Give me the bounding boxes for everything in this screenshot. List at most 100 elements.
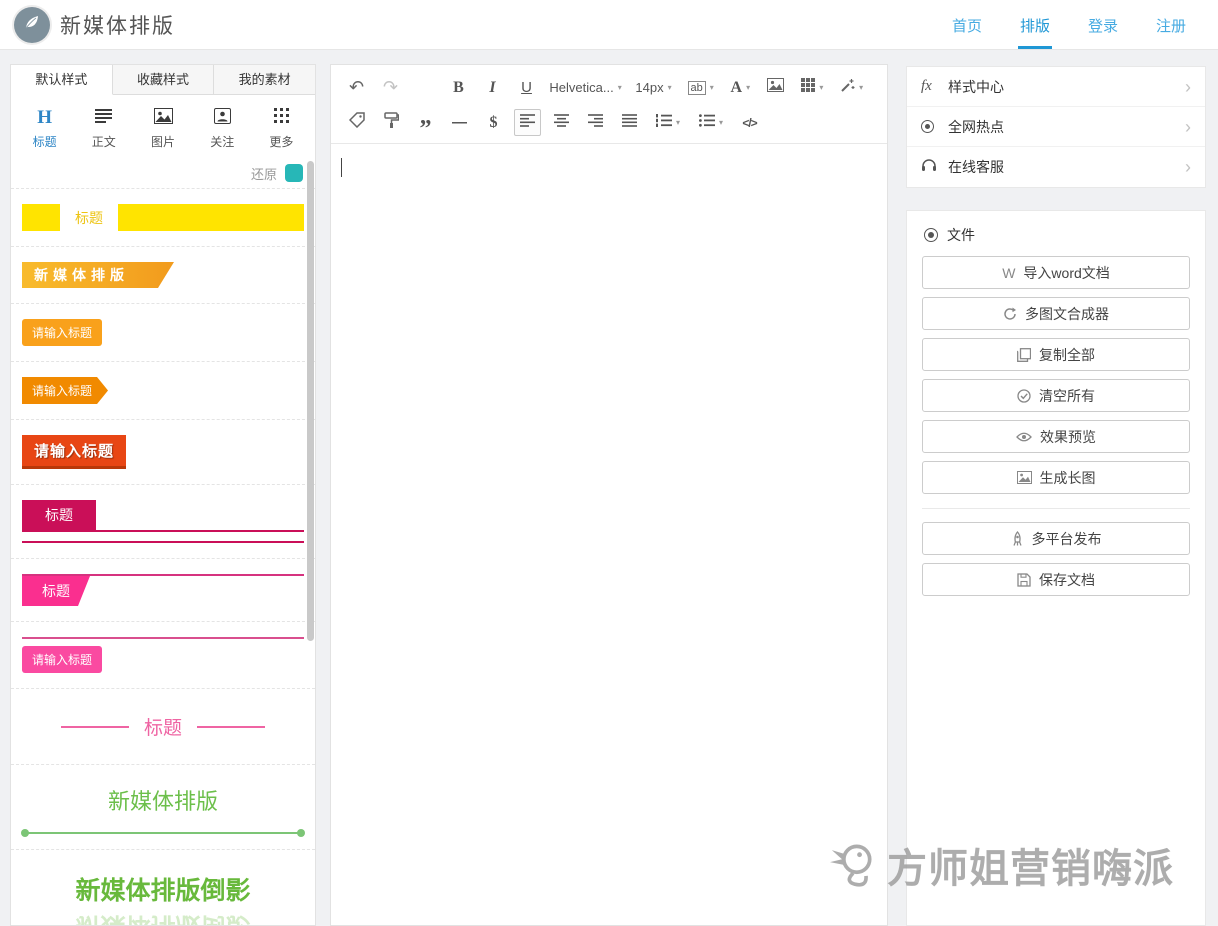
nav-home[interactable]: 首页 [950,0,984,49]
template-text: 标题 [22,576,90,606]
align-justify-button[interactable] [616,109,643,136]
template-center-dashes[interactable]: 标题 [11,689,315,765]
italic-button[interactable]: I [479,74,506,101]
toolbar-row-2: ” — $ [343,105,875,140]
restore-row: 还原 [11,158,315,188]
template-orange-pennant[interactable]: 请输入标题 [11,362,315,420]
format-painter-button[interactable] [378,109,405,136]
hotspot-icon [921,120,934,133]
chevron-down-icon: ▾ [710,83,714,92]
template-pink-button[interactable]: 请输入标题 [11,622,315,689]
category-image[interactable]: 图片 [133,107,192,150]
table-grid-icon [801,78,815,97]
bullet-list-button[interactable]: ▾ [693,109,729,136]
style-center-label: 样式中心 [948,77,1004,97]
tab-default-styles[interactable]: 默认样式 [11,65,113,95]
import-word-button[interactable]: W 导入word文档 [922,256,1190,289]
decor-line [22,637,304,639]
insert-image-button[interactable] [762,74,789,101]
save-document-button[interactable]: 保存文档 [922,563,1190,596]
font-family-select[interactable]: Helvetica... ▾ [547,74,624,101]
multi-platform-publish-button[interactable]: 多平台发布 [922,522,1190,555]
preview-button[interactable]: 效果预览 [922,420,1190,453]
sidebar-scrollbar[interactable] [307,161,314,641]
sync-icon [1003,307,1017,321]
blockquote-button[interactable]: ” [412,109,439,136]
tab-favorite-styles[interactable]: 收藏样式 [113,65,215,95]
font-size-select[interactable]: 14px ▾ [631,74,676,101]
category-title[interactable]: H 标题 [15,107,74,150]
clear-all-button[interactable]: 清空所有 [922,379,1190,412]
template-crimson-tab[interactable]: 标题 [11,485,315,559]
reflection-text: 新媒体排版倒影 [22,910,304,926]
copy-all-button[interactable]: 复制全部 [922,338,1190,371]
paragraph-icon [95,108,112,129]
code-view-button[interactable]: </> [736,109,763,136]
template-text: 新媒体排版 [22,784,304,816]
nav-login[interactable]: 登录 [1086,0,1120,49]
tab-my-materials[interactable]: 我的素材 [214,65,315,95]
template-gold-ribbon[interactable]: 新媒体排版 [11,247,315,304]
highlight-color-button[interactable]: ab ▾ [683,74,719,101]
multi-article-composer-button[interactable]: 多图文合成器 [922,297,1190,330]
yellow-block [118,204,304,231]
text-cursor [341,158,342,177]
paint-roller-icon [384,112,399,133]
font-color-button[interactable]: A ▾ [725,74,755,101]
word-icon: W [1002,265,1015,281]
generate-long-image-button[interactable]: 生成长图 [922,461,1190,494]
clear-format-button[interactable] [343,109,371,136]
restore-color-toggle[interactable] [285,164,303,182]
customer-service-label: 在线客服 [948,157,1004,177]
template-green-underline[interactable]: 新媒体排版 [11,765,315,850]
insert-table-button[interactable]: ▾ [796,74,828,101]
ordered-list-button[interactable]: ▾ [650,109,686,136]
magic-format-button[interactable]: ▾ [835,74,868,101]
template-green-reflection[interactable]: 新媒体排版倒影 新媒体排版倒影 [11,850,315,926]
underline-button[interactable]: U [513,74,540,101]
file-section-header: 文件 [907,211,1205,256]
formula-button[interactable]: $ [480,109,507,136]
save-document-label: 保存文档 [1039,570,1095,590]
undo-button[interactable]: ↶ [343,74,370,101]
template-text: 标题 [22,500,96,530]
bold-button[interactable]: B [445,74,472,101]
chevron-down-icon: ▾ [668,83,672,92]
more-grid-icon [274,108,289,128]
horizontal-rule-button[interactable]: — [446,109,473,136]
template-pink-parallelogram[interactable]: 标题 [11,559,315,622]
tag-icon [349,112,365,133]
category-follow[interactable]: 关注 [193,107,252,150]
category-follow-label: 关注 [193,133,252,150]
chevron-down-icon: ▾ [859,83,863,92]
hot-topics-link[interactable]: 全网热点 › [907,107,1205,147]
copy-icon [1017,348,1031,362]
style-tabs: 默认样式 收藏样式 我的素材 [11,65,315,95]
chevron-down-icon: ▾ [819,83,823,92]
customer-service-link[interactable]: 在线客服 › [907,147,1205,187]
align-left-button[interactable] [514,109,541,136]
align-center-icon [554,114,569,132]
chevron-down-icon: ▾ [618,83,622,92]
redo-button[interactable]: ↷ [377,74,404,101]
editor-content-area[interactable] [331,144,887,922]
template-yellow-bar[interactable]: 标题 [11,189,315,247]
app-logo [14,7,50,43]
file-section-label: 文件 [947,225,975,245]
category-more[interactable]: 更多 [252,107,311,150]
style-center-link[interactable]: fx 样式中心 › [907,67,1205,107]
bullet-list-icon [699,114,715,132]
template-text: 标题 [60,204,118,231]
align-center-button[interactable] [548,109,575,136]
template-orange-button[interactable]: 请输入标题 [11,304,315,362]
category-body-text[interactable]: 正文 [74,107,133,150]
template-red-block[interactable]: 请输入标题 [11,420,315,485]
magic-wand-icon [840,78,855,98]
template-text: 请输入标题 [22,377,108,404]
nav-layout[interactable]: 排版 [1018,0,1052,49]
divider [922,508,1190,509]
align-right-button[interactable] [582,109,609,136]
nav-register[interactable]: 注册 [1154,0,1188,49]
style-sidebar: 默认样式 收藏样式 我的素材 H 标题 正文 图片 关注 [10,64,316,926]
file-radio[interactable] [924,228,938,242]
